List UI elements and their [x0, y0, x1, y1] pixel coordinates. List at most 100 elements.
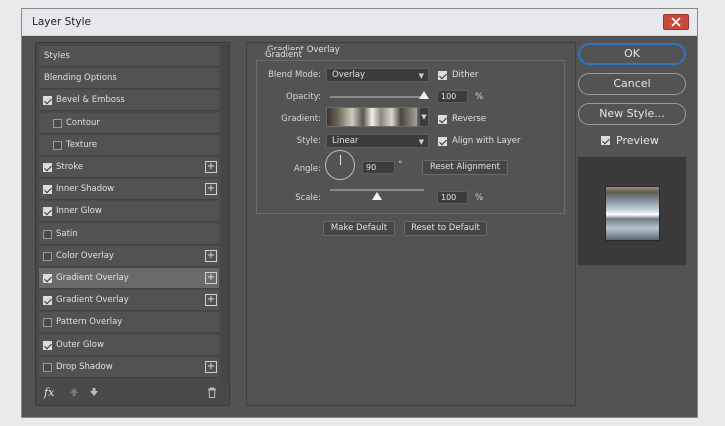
style-checkbox[interactable] — [43, 362, 52, 372]
scale-input[interactable]: 100 — [437, 191, 468, 204]
style-item-label: Gradient Overlay — [56, 273, 129, 283]
gradient-label: Gradient: — [281, 114, 321, 124]
blend-mode-select[interactable]: Overlay ▼ — [326, 68, 429, 82]
add-effect-icon[interactable]: + — [205, 294, 217, 307]
preview-checkbox[interactable]: Preview — [601, 134, 659, 147]
add-effect-icon[interactable]: + — [205, 360, 217, 373]
style-item-label: Inner Shadow — [56, 184, 115, 195]
style-select[interactable]: Linear ▼ — [326, 134, 429, 148]
gradient-picker-dropdown[interactable]: ▼ — [419, 107, 429, 127]
style-item-gradient-overlay[interactable]: Gradient Overlay + — [39, 268, 219, 289]
style-preview — [577, 156, 687, 266]
add-effect-icon[interactable]: + — [205, 161, 217, 173]
opacity-slider-handle[interactable] — [419, 91, 429, 99]
align-with-layer-checkbox[interactable]: Align with Layer — [438, 136, 520, 146]
scale-slider-handle[interactable] — [372, 192, 382, 200]
styles-list: fx Styles Blending Options Bevel & Emboss C… — [35, 42, 230, 406]
move-down-icon[interactable] — [89, 387, 99, 397]
fx-button[interactable]: fx — [44, 386, 54, 399]
trash-icon[interactable] — [207, 387, 217, 398]
add-effect-icon[interactable]: + — [205, 272, 217, 284]
style-checkbox[interactable] — [43, 318, 52, 328]
new-style-button[interactable]: New Style... — [578, 103, 686, 125]
style-item-inner-glow[interactable]: Inner Glow — [39, 201, 219, 223]
scale-slider[interactable] — [330, 189, 424, 191]
style-item-color-overlay[interactable]: Color Overlay + — [39, 245, 219, 267]
style-item-styles[interactable]: Styles — [39, 46, 219, 67]
move-up-icon[interactable] — [69, 387, 79, 397]
layer-style-dialog: Layer Style fx Styles Blending Options Bev… — [21, 8, 698, 418]
make-default-button[interactable]: Make Default — [323, 221, 395, 236]
style-item-label: Stroke — [56, 162, 84, 172]
reverse-checkbox[interactable]: Reverse — [438, 114, 486, 124]
style-item-drop-shadow[interactable]: Drop Shadow + — [39, 356, 219, 378]
styles-list-toolbar: fx — [36, 381, 229, 405]
reverse-check-icon — [438, 114, 447, 124]
style-checkbox[interactable] — [43, 185, 52, 195]
style-item-texture[interactable]: Texture — [39, 134, 219, 156]
style-item-label: Inner Glow — [56, 206, 102, 217]
style-label: Style: — [296, 136, 321, 146]
opacity-label: Opacity: — [286, 92, 321, 102]
align-check-icon — [438, 136, 447, 146]
style-item-label: Gradient Overlay — [56, 295, 129, 306]
style-item-label: Color Overlay — [56, 250, 114, 261]
style-item-stroke[interactable]: Stroke + — [39, 157, 219, 178]
dither-check-icon — [438, 70, 447, 80]
style-item-bevel-emboss[interactable]: Bevel & Emboss — [39, 90, 219, 112]
scale-label: Scale: — [295, 193, 321, 203]
chevron-down-icon: ▼ — [418, 138, 424, 146]
style-item-gradient-overlay[interactable]: Gradient Overlay + — [39, 290, 219, 312]
scale-unit: % — [475, 193, 484, 203]
add-effect-icon[interactable]: + — [205, 249, 217, 262]
style-item-label: Outer Glow — [56, 339, 104, 350]
style-checkbox[interactable] — [43, 274, 52, 283]
angle-input[interactable]: 90 — [362, 161, 395, 174]
opacity-input[interactable]: 100 — [437, 90, 468, 103]
style-item-label: Contour — [66, 117, 100, 128]
reset-to-default-button[interactable]: Reset to Default — [404, 221, 487, 236]
angle-dial[interactable] — [325, 150, 355, 180]
style-checkbox[interactable] — [43, 296, 52, 306]
style-checkbox[interactable] — [43, 340, 52, 350]
close-button[interactable] — [663, 14, 689, 30]
gradient-preview-swatch[interactable] — [326, 107, 418, 127]
style-checkbox[interactable] — [53, 140, 62, 150]
ok-button[interactable]: OK — [578, 43, 686, 65]
chevron-down-icon: ▼ — [418, 72, 424, 80]
style-item-satin[interactable]: Satin — [39, 223, 219, 245]
angle-unit: ° — [398, 160, 403, 170]
style-checkbox[interactable] — [43, 96, 52, 106]
title-bar[interactable]: Layer Style — [22, 9, 697, 36]
dither-checkbox[interactable]: Dither — [438, 70, 478, 80]
styles-list-scrollbar[interactable] — [221, 45, 229, 385]
cancel-button[interactable]: Cancel — [578, 73, 686, 95]
close-icon — [671, 17, 681, 27]
style-checkbox[interactable] — [43, 207, 52, 217]
opacity-slider[interactable] — [330, 96, 424, 98]
group-title: Gradient — [263, 50, 304, 60]
style-item-outer-glow[interactable]: Outer Glow — [39, 334, 219, 356]
preview-check-icon — [601, 136, 610, 145]
style-item-pattern-overlay[interactable]: Pattern Overlay — [39, 312, 219, 334]
style-item-inner-shadow[interactable]: Inner Shadow + — [39, 179, 219, 201]
dialog-title: Layer Style — [32, 16, 91, 28]
style-item-contour[interactable]: Contour — [39, 112, 219, 134]
style-checkbox[interactable] — [53, 118, 62, 128]
add-effect-icon[interactable]: + — [205, 183, 217, 196]
style-item-blending-options[interactable]: Blending Options — [39, 68, 219, 90]
style-item-label: Drop Shadow — [56, 361, 113, 372]
style-checkbox[interactable] — [43, 229, 52, 239]
style-item-label: Texture — [66, 139, 98, 150]
gradient-group: Gradient Blend Mode: Overlay ▼ Dither Opa… — [256, 50, 565, 214]
style-checkbox[interactable] — [43, 163, 52, 172]
style-checkbox[interactable] — [43, 251, 52, 261]
gradient-overlay-panel: Gradient Overlay Gradient Blend Mode: Ov… — [246, 42, 576, 406]
style-item-label: Styles — [44, 51, 70, 61]
style-item-label: Pattern Overlay — [56, 317, 123, 328]
blend-mode-label: Blend Mode: — [268, 70, 321, 80]
reset-alignment-button[interactable]: Reset Alignment — [422, 160, 508, 175]
opacity-unit: % — [475, 92, 484, 102]
style-item-label: Bevel & Emboss — [56, 95, 125, 106]
preview-swatch — [605, 186, 660, 241]
